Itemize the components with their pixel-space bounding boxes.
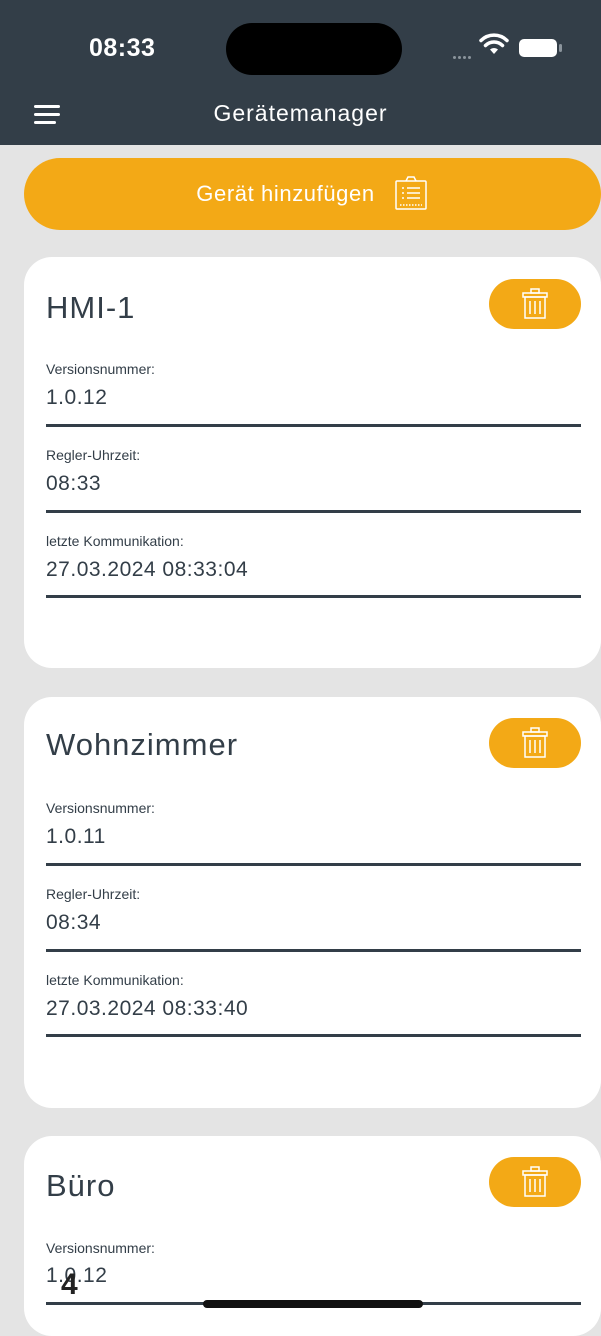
last-communication-value: 27.03.2024 08:33:40 [46, 997, 249, 1020]
last-communication-value: 27.03.2024 08:33:04 [46, 558, 249, 581]
add-device-label: Gerät hinzufügen [196, 181, 375, 206]
home-indicator [203, 1300, 423, 1308]
controller-time-value: 08:33 [46, 472, 102, 495]
trash-icon [522, 727, 548, 758]
field-divider [46, 1034, 581, 1037]
device-name: HMI-1 [46, 290, 136, 325]
trash-icon [522, 1166, 548, 1197]
version-label: Versionsnummer: [46, 1240, 155, 1256]
field-divider [46, 424, 581, 427]
device-card-wohnzimmer: Wohnzimmer Versionsnummer: 1.0.11 Regler… [24, 697, 601, 1108]
delete-device-button[interactable] [489, 1157, 581, 1207]
wifi-icon [479, 33, 509, 54]
dynamic-island [226, 23, 402, 75]
controller-time-label: Regler-Uhrzeit: [46, 447, 141, 463]
device-card-hmi-1: HMI-1 Versionsnummer: 1.0.12 Regler-Uhrz… [24, 257, 601, 668]
field-divider [46, 595, 581, 598]
field-divider [46, 510, 581, 513]
controller-time-value: 08:34 [46, 911, 102, 934]
delete-device-button[interactable] [489, 279, 581, 329]
version-label: Versionsnummer: [46, 361, 155, 377]
trash-icon [522, 288, 548, 319]
device-name: Büro [46, 1168, 116, 1203]
page-title: Gerätemanager [213, 100, 388, 126]
delete-device-button[interactable] [489, 718, 581, 768]
controller-time-label: Regler-Uhrzeit: [46, 886, 141, 902]
add-device-button[interactable]: Gerät hinzufügen [24, 158, 601, 230]
version-value: 1.0.11 [46, 825, 106, 848]
field-divider [46, 949, 581, 952]
app-header: 08:33 Gerätemanager [0, 0, 601, 145]
version-label: Versionsnummer: [46, 800, 155, 816]
last-communication-label: letzte Kommunikation: [46, 533, 184, 549]
clipboard-list-icon [394, 176, 427, 210]
device-name: Wohnzimmer [46, 727, 239, 762]
last-communication-label: letzte Kommunikation: [46, 972, 184, 988]
battery-icon [519, 39, 562, 57]
overlay-digit: 4 [61, 1268, 78, 1301]
version-value: 1.0.12 [46, 386, 108, 409]
status-bar-time: 08:33 [89, 34, 156, 62]
field-divider [46, 863, 581, 866]
